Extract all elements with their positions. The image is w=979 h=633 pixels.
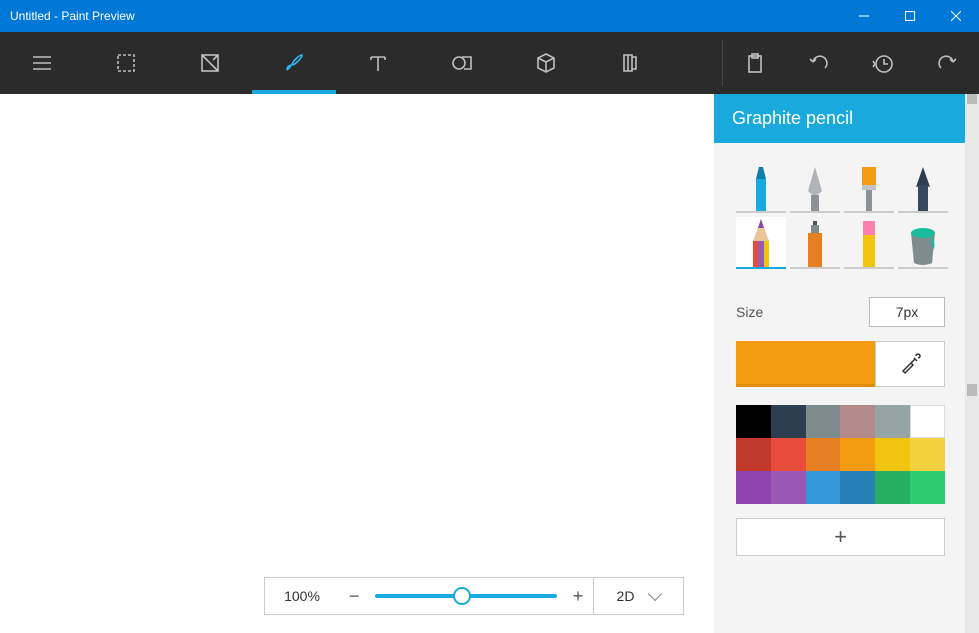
view-mode-select[interactable]: 2D <box>593 578 683 614</box>
close-button[interactable] <box>933 0 979 32</box>
zoom-percent: 100% <box>265 588 339 604</box>
swatch[interactable] <box>736 438 771 471</box>
main-toolbar <box>0 32 979 94</box>
scrollbar-thumb[interactable] <box>967 94 977 104</box>
history-button[interactable] <box>851 32 915 94</box>
select-icon <box>115 52 137 74</box>
swatch[interactable] <box>875 438 910 471</box>
swatch[interactable] <box>771 438 806 471</box>
view-mode-label: 2D <box>617 588 635 604</box>
spray-can-icon <box>800 217 830 267</box>
fountain-pen-icon <box>908 165 938 211</box>
redo-button[interactable] <box>915 32 979 94</box>
panel-title: Graphite pencil <box>714 94 965 143</box>
swatch[interactable] <box>910 438 945 471</box>
color-row <box>736 341 945 387</box>
scrollbar-thumb[interactable] <box>967 384 977 396</box>
title-bar: Untitled - Paint Preview <box>0 0 979 32</box>
brush-fill[interactable] <box>898 217 948 269</box>
swatch[interactable] <box>771 471 806 504</box>
brush-icon <box>282 51 306 75</box>
swatch[interactable] <box>806 438 841 471</box>
tool-text[interactable] <box>336 32 420 94</box>
window-title: Untitled - Paint Preview <box>0 9 841 23</box>
text-icon <box>367 52 389 74</box>
swatch[interactable] <box>736 405 771 438</box>
menu-button[interactable] <box>0 32 84 94</box>
bucket-icon <box>906 217 940 267</box>
panel-scrollbar[interactable] <box>965 94 979 633</box>
brush-pencil[interactable] <box>736 217 786 269</box>
zoom-out-button[interactable]: − <box>339 586 369 607</box>
chevron-down-icon <box>648 587 662 601</box>
eyedropper-button[interactable] <box>875 341 945 387</box>
minimize-button[interactable] <box>841 0 887 32</box>
undo-button[interactable] <box>787 32 851 94</box>
size-input[interactable]: 7px <box>869 297 945 327</box>
swatch[interactable] <box>806 471 841 504</box>
tool-3d[interactable] <box>504 32 588 94</box>
swatch[interactable] <box>840 471 875 504</box>
swatch[interactable] <box>771 405 806 438</box>
add-color-button[interactable]: + <box>736 518 945 556</box>
swatch[interactable] <box>840 438 875 471</box>
zoom-slider-thumb[interactable] <box>453 587 471 605</box>
history-icon <box>872 52 894 74</box>
swatch[interactable] <box>910 471 945 504</box>
tool-select[interactable] <box>84 32 168 94</box>
cube-icon <box>534 51 558 75</box>
marker-icon <box>746 165 776 211</box>
paste-button[interactable] <box>723 32 787 94</box>
shapes-icon <box>450 51 474 75</box>
zoom-slider[interactable] <box>375 594 557 598</box>
swatch[interactable] <box>806 405 841 438</box>
brush-calligraphy[interactable] <box>790 161 840 213</box>
resize-icon <box>199 52 221 74</box>
pen-icon <box>800 165 830 211</box>
swatch[interactable] <box>736 471 771 504</box>
hamburger-icon <box>31 52 53 74</box>
swatch[interactable] <box>840 405 875 438</box>
tool-crop[interactable] <box>168 32 252 94</box>
brush-oil[interactable] <box>844 161 894 213</box>
plus-icon: + <box>834 524 847 550</box>
stickers-icon <box>618 51 642 75</box>
brush-ink[interactable] <box>898 161 948 213</box>
color-palette <box>736 405 945 504</box>
swatch[interactable] <box>910 405 945 438</box>
tool-stickers[interactable] <box>588 32 672 94</box>
side-panel: Graphite pencil <box>714 94 979 633</box>
zoom-bar: 100% − + 2D <box>264 577 684 615</box>
size-row: Size 7px <box>736 297 945 327</box>
brush-grid <box>736 161 945 269</box>
swatch[interactable] <box>875 405 910 438</box>
tool-brushes[interactable] <box>252 32 336 94</box>
maximize-button[interactable] <box>887 0 933 32</box>
canvas-area: 100% − + 2D <box>0 94 714 633</box>
pencil-icon <box>746 217 776 267</box>
swatch[interactable] <box>875 471 910 504</box>
redo-icon <box>936 52 958 74</box>
undo-icon <box>808 52 830 74</box>
canvas[interactable] <box>0 94 714 633</box>
paintbrush-icon <box>854 165 884 211</box>
size-label: Size <box>736 304 763 320</box>
clipboard-icon <box>744 52 766 74</box>
tool-shapes[interactable] <box>420 32 504 94</box>
eyedropper-icon <box>899 353 921 375</box>
brush-marker[interactable] <box>736 161 786 213</box>
current-color[interactable] <box>736 341 875 387</box>
main-area: 100% − + 2D Graphite pencil <box>0 94 979 633</box>
brush-eraser[interactable] <box>844 217 894 269</box>
brush-spray[interactable] <box>790 217 840 269</box>
zoom-in-button[interactable]: + <box>563 586 593 607</box>
eraser-icon <box>854 217 884 267</box>
